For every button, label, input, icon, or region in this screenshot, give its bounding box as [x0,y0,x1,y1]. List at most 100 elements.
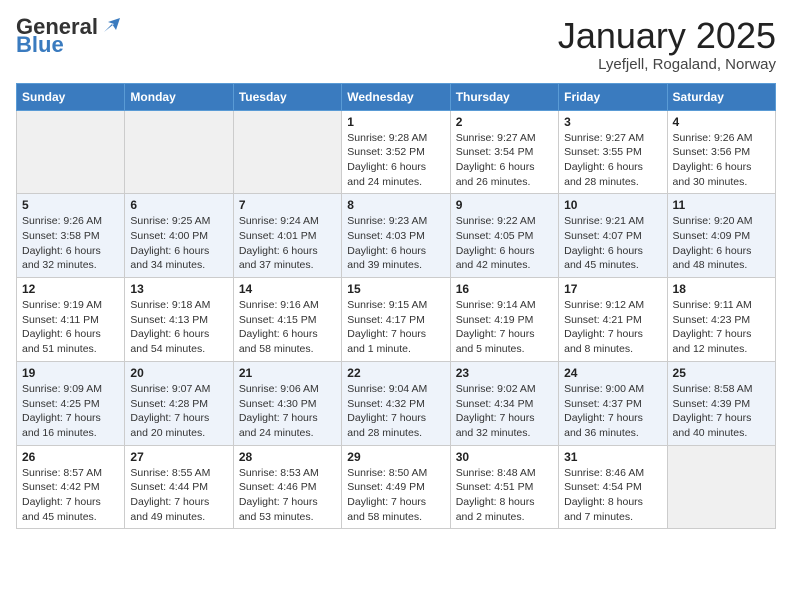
day-number: 25 [673,366,770,380]
calendar-week-row: 19 Sunrise: 9:09 AM Sunset: 4:25 PM Dayli… [17,361,776,445]
calendar-cell: 30Sunrise: 8:48 AM Sunset: 4:51 PM Dayli… [450,445,558,529]
day-info: Sunrise: 9:14 AM Sunset: 4:19 PM Dayligh… [456,298,553,357]
calendar-cell: 28 Sunrise: 8:53 AM Sunset: 4:46 PM Dayli… [233,445,341,529]
calendar-cell: 31 Sunrise: 8:46 AM Sunset: 4:54 PM Dayli… [559,445,667,529]
calendar-week-row: 12 Sunrise: 9:19 AM Sunset: 4:11 PM Dayli… [17,278,776,362]
day-number: 29 [347,450,444,464]
page-header: General Blue January 2025 Lyefjell, Roga… [16,16,776,73]
day-number: 31 [564,450,661,464]
day-info: Sunrise: 9:28 AM Sunset: 3:52 PM Dayligh… [347,131,444,190]
calendar-cell: 27 Sunrise: 8:55 AM Sunset: 4:44 PM Dayli… [125,445,233,529]
day-info: Sunrise: 9:07 AM Sunset: 4:28 PM Dayligh… [130,382,227,441]
day-number: 12 [22,282,119,296]
calendar-week-row: 5 Sunrise: 9:26 AM Sunset: 3:58 PM Daylig… [17,194,776,278]
calendar-cell: 5 Sunrise: 9:26 AM Sunset: 3:58 PM Daylig… [17,194,125,278]
calendar-cell [17,110,125,194]
day-info: Sunrise: 9:18 AM Sunset: 4:13 PM Dayligh… [130,298,227,357]
day-number: 15 [347,282,444,296]
day-info: Sunrise: 9:26 AM Sunset: 3:56 PM Dayligh… [673,131,770,190]
calendar-cell: 26 Sunrise: 8:57 AM Sunset: 4:42 PM Dayli… [17,445,125,529]
calendar-cell: 8 Sunrise: 9:23 AM Sunset: 4:03 PM Daylig… [342,194,450,278]
logo: General Blue [16,16,122,56]
day-number: 9 [456,198,553,212]
calendar-cell: 18Sunrise: 9:11 AM Sunset: 4:23 PM Dayli… [667,278,775,362]
day-number: 14 [239,282,336,296]
calendar-cell: 13Sunrise: 9:18 AM Sunset: 4:13 PM Dayli… [125,278,233,362]
calendar-cell: 21 Sunrise: 9:06 AM Sunset: 4:30 PM Dayli… [233,361,341,445]
day-info: Sunrise: 9:00 AM Sunset: 4:37 PM Dayligh… [564,382,661,441]
logo-icon [100,14,122,36]
day-number: 3 [564,115,661,129]
month-title: January 2025 [558,16,776,56]
calendar-cell: 19 Sunrise: 9:09 AM Sunset: 4:25 PM Dayli… [17,361,125,445]
day-info: Sunrise: 9:27 AM Sunset: 3:55 PM Dayligh… [564,131,661,190]
title-block: January 2025 Lyefjell, Rogaland, Norway [558,16,776,73]
day-of-week-header: Friday [559,83,667,110]
day-number: 28 [239,450,336,464]
day-number: 21 [239,366,336,380]
day-info: Sunrise: 9:27 AM Sunset: 3:54 PM Dayligh… [456,131,553,190]
day-info: Sunrise: 9:12 AM Sunset: 4:21 PM Dayligh… [564,298,661,357]
logo-blue: Blue [16,34,64,56]
day-number: 8 [347,198,444,212]
day-number: 26 [22,450,119,464]
calendar-cell: 10Sunrise: 9:21 AM Sunset: 4:07 PM Dayli… [559,194,667,278]
calendar-cell: 4 Sunrise: 9:26 AM Sunset: 3:56 PM Daylig… [667,110,775,194]
day-info: Sunrise: 9:16 AM Sunset: 4:15 PM Dayligh… [239,298,336,357]
day-number: 7 [239,198,336,212]
day-number: 19 [22,366,119,380]
calendar-cell: 29Sunrise: 8:50 AM Sunset: 4:49 PM Dayli… [342,445,450,529]
day-number: 5 [22,198,119,212]
calendar-cell: 3 Sunrise: 9:27 AM Sunset: 3:55 PM Daylig… [559,110,667,194]
calendar-cell [667,445,775,529]
calendar-cell [125,110,233,194]
location: Lyefjell, Rogaland, Norway [558,56,776,73]
day-number: 27 [130,450,227,464]
day-info: Sunrise: 9:23 AM Sunset: 4:03 PM Dayligh… [347,214,444,273]
calendar-cell: 7Sunrise: 9:24 AM Sunset: 4:01 PM Daylig… [233,194,341,278]
calendar-cell: 24 Sunrise: 9:00 AM Sunset: 4:37 PM Dayli… [559,361,667,445]
day-info: Sunrise: 9:22 AM Sunset: 4:05 PM Dayligh… [456,214,553,273]
calendar-cell: 25 Sunrise: 8:58 AM Sunset: 4:39 PM Dayli… [667,361,775,445]
calendar-cell: 2Sunrise: 9:27 AM Sunset: 3:54 PM Daylig… [450,110,558,194]
day-number: 20 [130,366,227,380]
day-info: Sunrise: 9:15 AM Sunset: 4:17 PM Dayligh… [347,298,444,357]
calendar-table: SundayMondayTuesdayWednesdayThursdayFrid… [16,83,776,530]
day-number: 16 [456,282,553,296]
day-number: 23 [456,366,553,380]
day-of-week-header: Wednesday [342,83,450,110]
calendar-header-row: SundayMondayTuesdayWednesdayThursdayFrid… [17,83,776,110]
calendar-cell: 12 Sunrise: 9:19 AM Sunset: 4:11 PM Dayli… [17,278,125,362]
day-info: Sunrise: 8:53 AM Sunset: 4:46 PM Dayligh… [239,466,336,525]
calendar-cell: 22 Sunrise: 9:04 AM Sunset: 4:32 PM Dayli… [342,361,450,445]
day-number: 22 [347,366,444,380]
calendar-cell: 14 Sunrise: 9:16 AM Sunset: 4:15 PM Dayli… [233,278,341,362]
calendar-cell: 11Sunrise: 9:20 AM Sunset: 4:09 PM Dayli… [667,194,775,278]
day-info: Sunrise: 8:46 AM Sunset: 4:54 PM Dayligh… [564,466,661,525]
day-number: 24 [564,366,661,380]
day-info: Sunrise: 9:26 AM Sunset: 3:58 PM Dayligh… [22,214,119,273]
calendar-cell: 1 Sunrise: 9:28 AM Sunset: 3:52 PM Daylig… [342,110,450,194]
day-info: Sunrise: 9:20 AM Sunset: 4:09 PM Dayligh… [673,214,770,273]
day-info: Sunrise: 9:09 AM Sunset: 4:25 PM Dayligh… [22,382,119,441]
day-of-week-header: Thursday [450,83,558,110]
day-info: Sunrise: 8:57 AM Sunset: 4:42 PM Dayligh… [22,466,119,525]
day-info: Sunrise: 9:04 AM Sunset: 4:32 PM Dayligh… [347,382,444,441]
calendar-cell: 16 Sunrise: 9:14 AM Sunset: 4:19 PM Dayli… [450,278,558,362]
day-info: Sunrise: 8:58 AM Sunset: 4:39 PM Dayligh… [673,382,770,441]
calendar-week-row: 1 Sunrise: 9:28 AM Sunset: 3:52 PM Daylig… [17,110,776,194]
calendar-cell: 9 Sunrise: 9:22 AM Sunset: 4:05 PM Daylig… [450,194,558,278]
day-info: Sunrise: 8:55 AM Sunset: 4:44 PM Dayligh… [130,466,227,525]
day-number: 1 [347,115,444,129]
calendar-cell: 23 Sunrise: 9:02 AM Sunset: 4:34 PM Dayli… [450,361,558,445]
day-number: 4 [673,115,770,129]
day-info: Sunrise: 9:06 AM Sunset: 4:30 PM Dayligh… [239,382,336,441]
calendar-week-row: 26 Sunrise: 8:57 AM Sunset: 4:42 PM Dayli… [17,445,776,529]
calendar-cell: 20 Sunrise: 9:07 AM Sunset: 4:28 PM Dayli… [125,361,233,445]
day-info: Sunrise: 9:02 AM Sunset: 4:34 PM Dayligh… [456,382,553,441]
day-number: 17 [564,282,661,296]
day-info: Sunrise: 9:19 AM Sunset: 4:11 PM Dayligh… [22,298,119,357]
day-of-week-header: Monday [125,83,233,110]
day-number: 30 [456,450,553,464]
day-of-week-header: Sunday [17,83,125,110]
